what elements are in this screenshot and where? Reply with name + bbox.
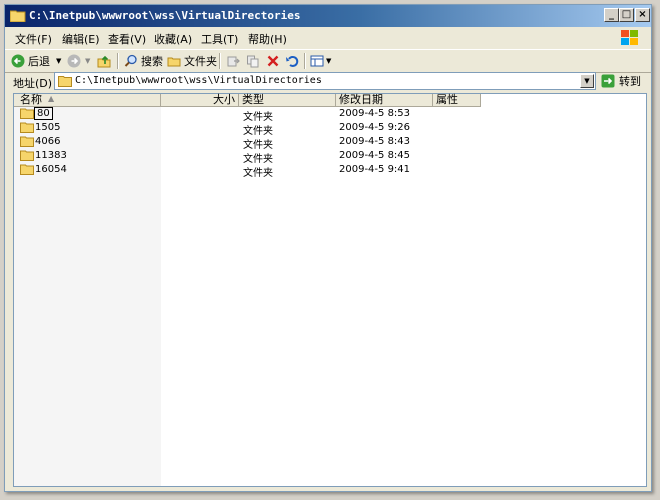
- search-icon: [124, 54, 137, 67]
- folder-name: 80: [34, 107, 53, 120]
- folder-icon: [20, 150, 34, 161]
- back-button[interactable]: 后退 ▼: [11, 53, 61, 69]
- menu-bar: 文件(F) 编辑(E) 查看(V) 收藏(A) 工具(T) 帮助(H): [5, 29, 651, 47]
- folder-modified: 2009-4-5 8:53: [339, 108, 411, 119]
- folder-modified: 2009-4-5 9:26: [339, 122, 411, 133]
- forward-dropdown-icon[interactable]: ▼: [85, 57, 90, 65]
- forward-button[interactable]: ▼: [67, 53, 90, 69]
- delete-button[interactable]: [266, 53, 280, 69]
- search-button[interactable]: 搜索: [124, 53, 163, 69]
- address-label: 地址(D): [13, 77, 53, 90]
- folder-name: 11383: [35, 150, 67, 161]
- column-header-size[interactable]: 大小: [161, 94, 239, 107]
- menu-edit[interactable]: 编辑(E): [62, 31, 100, 47]
- forward-arrow-icon: [67, 54, 81, 68]
- toolbar: 后退 ▼ ▼ 搜索 文件夹 ▼: [5, 49, 651, 73]
- list-item[interactable]: 1505 文件夹 2009-4-5 9:26: [14, 121, 646, 137]
- menu-favorites[interactable]: 收藏(A): [154, 31, 192, 47]
- folder-icon: [20, 164, 34, 175]
- list-item[interactable]: 11383 文件夹 2009-4-5 8:45: [14, 149, 646, 165]
- folder-name: 1505: [35, 122, 61, 133]
- up-folder-button[interactable]: [97, 53, 111, 69]
- menu-help[interactable]: 帮助(H): [248, 31, 287, 47]
- menu-tools[interactable]: 工具(T): [201, 31, 238, 47]
- folder-icon: [20, 108, 34, 119]
- maximize-button[interactable]: □: [619, 8, 634, 22]
- column-header-name[interactable]: 名称 ▲: [14, 94, 161, 107]
- address-input[interactable]: C:\Inetpub\wwwroot\wss\VirtualDirectorie…: [54, 72, 596, 90]
- up-folder-icon: [97, 55, 111, 68]
- views-icon: [310, 55, 324, 67]
- file-list[interactable]: 名称 ▲ 大小 类型 修改日期 属性 80 文件夹 2009-4-5 8:53 …: [13, 93, 647, 487]
- address-value: C:\Inetpub\wwwroot\wss\VirtualDirectorie…: [75, 75, 322, 86]
- list-item[interactable]: 16054 文件夹 2009-4-5 9:41: [14, 163, 646, 179]
- column-header-modified[interactable]: 修改日期: [336, 94, 433, 107]
- folder-type: 文件夹: [243, 168, 273, 179]
- explorer-window: C:\Inetpub\wwwroot\wss\VirtualDirectorie…: [4, 4, 652, 492]
- undo-icon: [286, 55, 299, 67]
- list-item[interactable]: 4066 文件夹 2009-4-5 8:43: [14, 135, 646, 151]
- folder-modified: 2009-4-5 9:41: [339, 164, 411, 175]
- folder-icon: [58, 76, 72, 87]
- folder-icon: [10, 10, 26, 22]
- go-button[interactable]: 转到: [601, 73, 641, 89]
- folders-icon: [167, 57, 181, 67]
- address-dropdown-button[interactable]: ▼: [580, 74, 594, 88]
- back-dropdown-icon[interactable]: ▼: [56, 57, 61, 65]
- go-label: 转到: [619, 75, 641, 88]
- close-button[interactable]: ×: [635, 8, 650, 22]
- folder-modified: 2009-4-5 8:43: [339, 136, 411, 147]
- go-arrow-icon: [601, 74, 615, 88]
- folder-name: 4066: [35, 136, 61, 147]
- menu-view[interactable]: 查看(V): [108, 31, 146, 47]
- delete-icon: [267, 55, 279, 67]
- undo-button[interactable]: [285, 53, 299, 69]
- title-bar[interactable]: C:\Inetpub\wwwroot\wss\VirtualDirectorie…: [5, 5, 651, 27]
- address-bar: 地址(D) C:\Inetpub\wwwroot\wss\VirtualDire…: [5, 72, 651, 92]
- views-dropdown-icon[interactable]: ▼: [326, 57, 331, 65]
- window-title: C:\Inetpub\wwwroot\wss\VirtualDirectorie…: [29, 9, 301, 22]
- folder-modified: 2009-4-5 8:45: [339, 150, 411, 161]
- folder-icon: [20, 122, 34, 133]
- list-item[interactable]: 80 文件夹 2009-4-5 8:53: [14, 107, 646, 123]
- sort-ascending-icon: ▲: [48, 94, 55, 103]
- folder-name: 16054: [35, 164, 67, 175]
- column-header-type[interactable]: 类型: [239, 94, 336, 107]
- move-to-icon: [227, 56, 240, 67]
- back-arrow-icon: [11, 54, 25, 68]
- column-header-attributes[interactable]: 属性: [433, 94, 481, 107]
- menu-file[interactable]: 文件(F): [15, 31, 52, 47]
- folder-icon: [20, 136, 34, 147]
- copy-to-icon: [247, 55, 259, 68]
- windows-logo-icon: [621, 30, 638, 45]
- minimize-button[interactable]: _: [604, 8, 619, 22]
- move-to-button[interactable]: [226, 53, 240, 69]
- copy-to-button[interactable]: [246, 53, 260, 69]
- folders-button[interactable]: 文件夹: [167, 53, 217, 69]
- views-button[interactable]: ▼: [310, 53, 331, 69]
